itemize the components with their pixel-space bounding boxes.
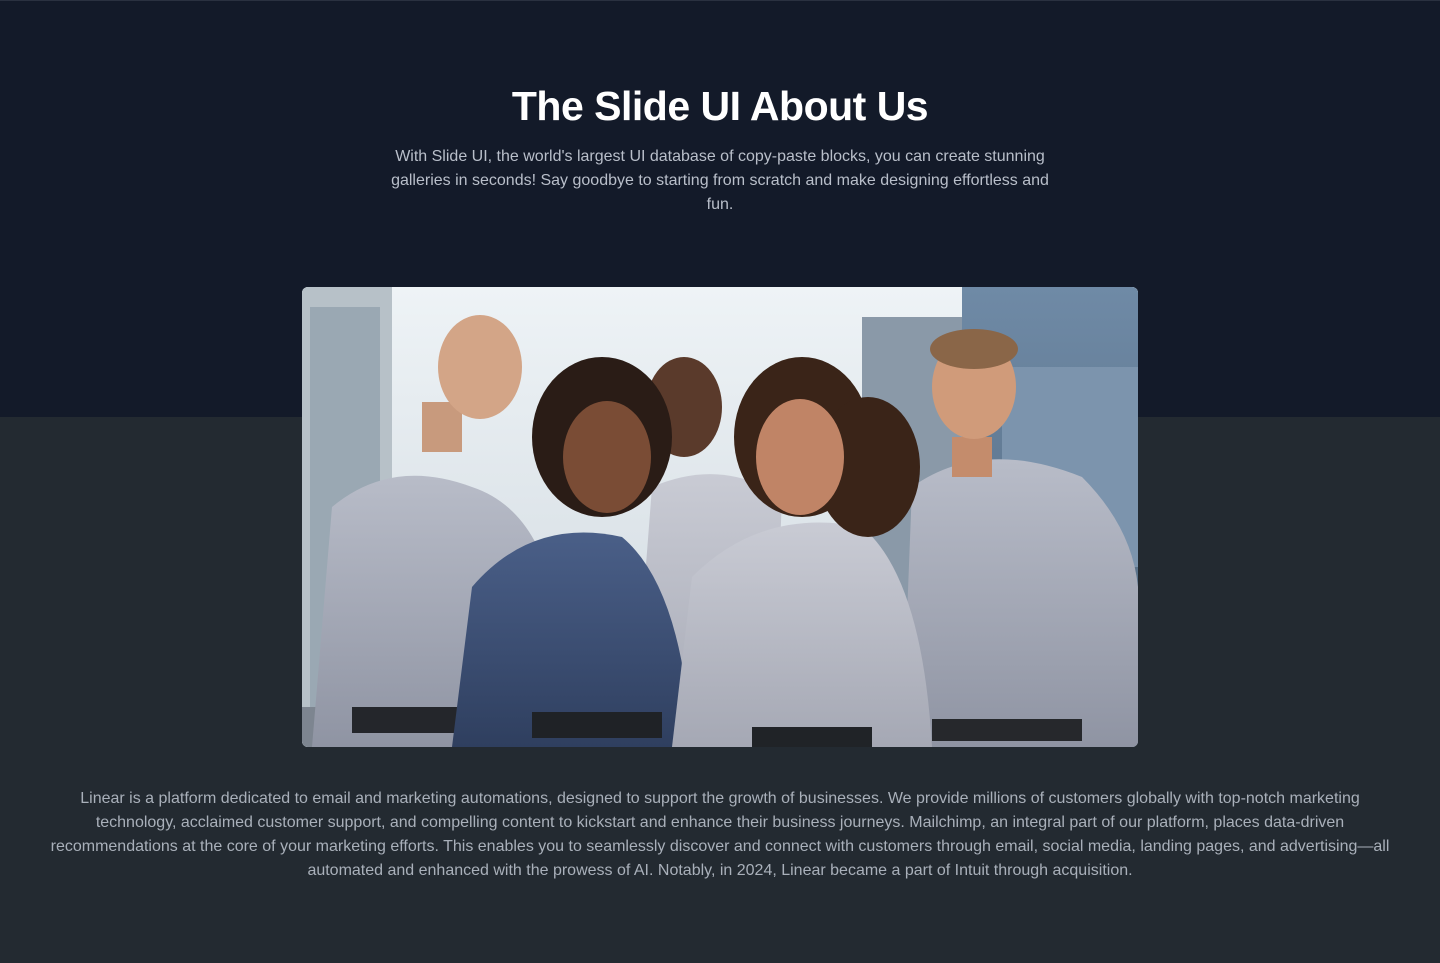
about-description: Linear is a platform dedicated to email …: [50, 790, 1390, 879]
about-page: The Slide UI About Us With Slide UI, the…: [0, 0, 1440, 963]
hero-subtitle: With Slide UI, the world's largest UI da…: [391, 148, 1049, 213]
team-photo: [302, 287, 1138, 747]
page-title: The Slide UI About Us: [511, 83, 929, 129]
team-photo-illustration: [302, 287, 1138, 747]
